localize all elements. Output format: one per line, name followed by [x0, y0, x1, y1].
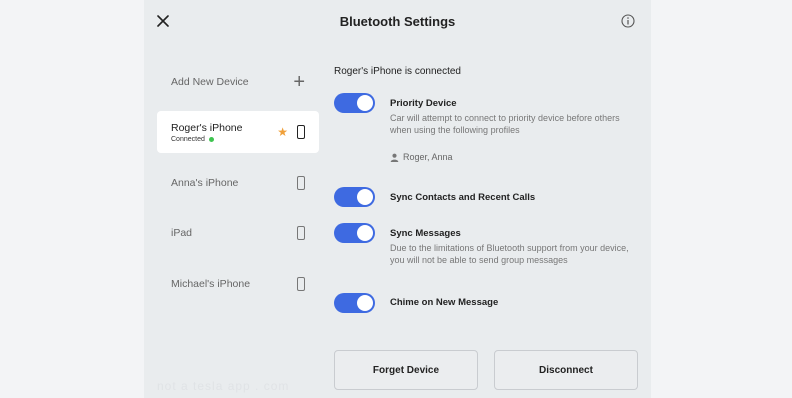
chime-title: Chime on New Message	[390, 297, 499, 308]
connection-status: Connected	[171, 136, 277, 143]
forget-device-button[interactable]: Forget Device	[334, 350, 478, 390]
toggle-knob	[357, 295, 373, 311]
disconnect-button[interactable]: Disconnect	[494, 350, 638, 390]
sync-contacts-toggle[interactable]	[334, 187, 375, 207]
plus-icon: +	[293, 71, 305, 93]
sync-contacts-title: Sync Contacts and Recent Calls	[390, 192, 536, 203]
priority-profiles: Roger, Anna	[390, 152, 453, 162]
chime-toggle[interactable]	[334, 293, 375, 313]
connection-status-label: Connected	[171, 135, 205, 143]
phone-icon	[297, 125, 305, 139]
connected-message: Roger's iPhone is connected	[334, 66, 461, 77]
close-icon	[157, 15, 169, 27]
watermark: not a tesla app . com	[157, 379, 290, 393]
toggle-knob	[357, 95, 373, 111]
connected-dot-icon	[208, 136, 214, 142]
device-name: Michael's iPhone	[171, 278, 251, 290]
priority-device-toggle[interactable]	[334, 93, 375, 113]
add-new-device-button[interactable]: Add New Device +	[157, 62, 319, 102]
close-button[interactable]	[153, 11, 173, 31]
sync-messages-toggle[interactable]	[334, 223, 375, 243]
device-item-annas-iphone[interactable]: Anna's iPhone	[157, 163, 319, 203]
device-name: iPad	[171, 227, 193, 239]
info-icon	[621, 14, 635, 28]
device-item-michaels-iphone[interactable]: Michael's iPhone	[157, 264, 319, 304]
phone-icon	[297, 277, 305, 291]
device-name: Roger's iPhone	[171, 121, 243, 134]
sync-messages-title: Sync Messages	[390, 228, 461, 239]
priority-profiles-names: Roger, Anna	[403, 152, 453, 162]
device-item-rogers-iphone[interactable]: Roger's iPhone Connected ★	[157, 111, 319, 153]
star-icon: ★	[277, 125, 288, 139]
phone-icon	[297, 176, 305, 190]
toggle-knob	[357, 225, 373, 241]
sync-messages-description: Due to the limitations of Bluetooth supp…	[390, 243, 629, 265]
toggle-knob	[357, 189, 373, 205]
info-button[interactable]	[619, 12, 637, 30]
page-title: Bluetooth Settings	[339, 13, 456, 29]
priority-device-description: Car will attempt to connect to priority …	[390, 113, 620, 135]
device-name: Anna's iPhone	[171, 177, 239, 189]
person-icon	[390, 153, 399, 162]
add-device-label: Add New Device	[171, 76, 249, 88]
tablet-icon	[297, 226, 305, 240]
device-item-ipad[interactable]: iPad	[157, 213, 319, 253]
priority-device-title: Priority Device	[390, 98, 457, 109]
